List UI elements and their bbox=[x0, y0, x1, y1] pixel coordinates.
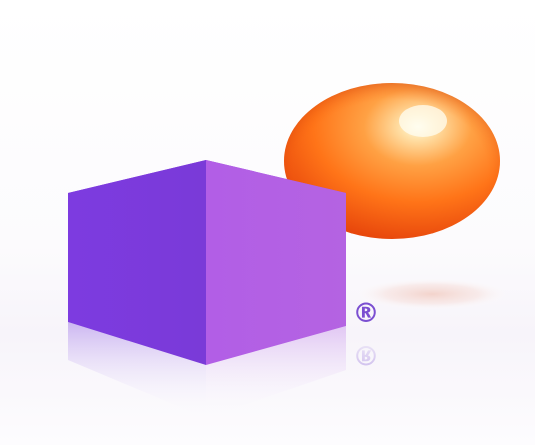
purple-cube bbox=[68, 160, 346, 365]
sphere-highlight bbox=[399, 105, 447, 137]
logo-canvas: ® ® bbox=[0, 0, 535, 445]
registered-mark: ® bbox=[353, 298, 380, 329]
logo-artwork: ® ® bbox=[68, 83, 510, 418]
registered-mark-reflection: ® bbox=[353, 339, 380, 370]
